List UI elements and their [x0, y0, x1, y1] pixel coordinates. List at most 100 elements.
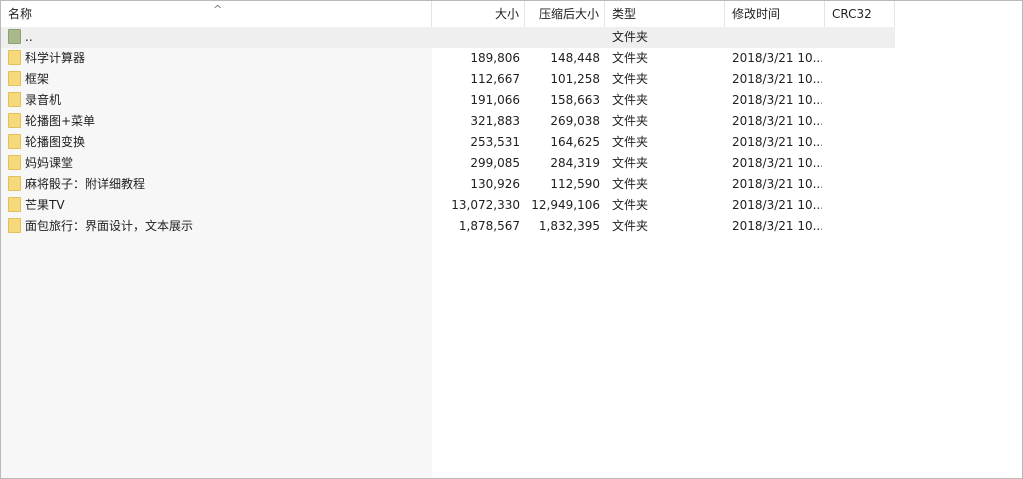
- file-name-cell: 轮播图+菜单: [8, 111, 428, 132]
- file-size: 112,667: [470, 72, 520, 86]
- file-type: 文件夹: [612, 198, 649, 212]
- file-type: 文件夹: [612, 51, 649, 65]
- table-row[interactable]: 芒果TV 13,072,330 12,949,106 文件夹 2018/3/21…: [1, 195, 895, 216]
- file-size: 189,806: [470, 51, 520, 65]
- file-name-cell: 录音机: [8, 90, 428, 111]
- file-packed-size: 158,663: [550, 93, 600, 107]
- file-size: [432, 27, 520, 48]
- file-name-cell: 轮播图变换: [8, 132, 428, 153]
- file-packed-size: 148,448: [550, 51, 600, 65]
- file-name: 录音机: [25, 93, 62, 107]
- file-name: 轮播图+菜单: [25, 114, 96, 128]
- file-name: 麻将骰子：附详细教程: [25, 177, 146, 191]
- folder-icon: [8, 92, 21, 107]
- column-header-modified-label: 修改时间: [732, 7, 781, 21]
- table-row-parent-folder[interactable]: .. 文件夹: [1, 27, 895, 48]
- file-name-cell: 麻将骰子：附详细教程: [8, 174, 428, 195]
- file-name: 芒果TV: [25, 198, 65, 212]
- file-name-cell: 科学计算器: [8, 48, 428, 69]
- column-header-crc32[interactable]: CRC32: [825, 1, 895, 27]
- file-crc32: [832, 111, 892, 132]
- column-header-type-label: 类型: [612, 7, 637, 21]
- file-name: 面包旅行：界面设计，文本展示: [25, 219, 194, 233]
- file-modified: [732, 27, 822, 48]
- file-modified: 2018/3/21 10...: [732, 93, 822, 107]
- file-crc32: [832, 48, 892, 69]
- file-type: 文件夹: [612, 30, 649, 44]
- file-size: 13,072,330: [451, 198, 520, 212]
- file-crc32: [832, 27, 892, 48]
- file-modified: 2018/3/21 10...: [732, 219, 822, 233]
- file-modified: 2018/3/21 10...: [732, 156, 822, 170]
- folder-icon: [8, 134, 21, 149]
- folder-icon: [8, 113, 21, 128]
- folder-up-icon: [8, 29, 21, 44]
- file-modified: 2018/3/21 10...: [732, 198, 822, 212]
- file-packed-size: 269,038: [550, 114, 600, 128]
- file-name: 妈妈课堂: [25, 156, 74, 170]
- file-packed-size: [525, 27, 600, 48]
- file-modified: 2018/3/21 10...: [732, 177, 822, 191]
- column-header-name[interactable]: 名称 ^: [1, 1, 432, 27]
- file-type: 文件夹: [612, 135, 649, 149]
- file-crc32: [832, 69, 892, 90]
- file-crc32: [832, 174, 892, 195]
- file-modified: 2018/3/21 10...: [732, 114, 822, 128]
- file-crc32: [832, 153, 892, 174]
- file-size: 130,926: [470, 177, 520, 191]
- column-header-bar: 名称 ^ 大小 压缩后大小 类型 修改时间 CRC32: [1, 1, 1022, 27]
- sort-ascending-icon: ^: [213, 3, 223, 16]
- column-header-crc32-label: CRC32: [832, 7, 872, 21]
- file-name-cell: 面包旅行：界面设计，文本展示: [8, 216, 428, 237]
- file-type: 文件夹: [612, 156, 649, 170]
- table-row[interactable]: 轮播图变换 253,531 164,625 文件夹 2018/3/21 10..…: [1, 132, 895, 153]
- column-header-size[interactable]: 大小: [432, 1, 525, 27]
- file-modified: 2018/3/21 10...: [732, 135, 822, 149]
- file-crc32: [832, 90, 892, 111]
- table-row[interactable]: 面包旅行：界面设计，文本展示 1,878,567 1,832,395 文件夹 2…: [1, 216, 895, 237]
- file-size: 1,878,567: [458, 219, 520, 233]
- file-packed-size: 284,319: [550, 156, 600, 170]
- file-packed-size: 164,625: [550, 135, 600, 149]
- file-modified: 2018/3/21 10...: [732, 72, 822, 86]
- table-row[interactable]: 框架 112,667 101,258 文件夹 2018/3/21 10...: [1, 69, 895, 90]
- file-size: 253,531: [470, 135, 520, 149]
- column-header-modified[interactable]: 修改时间: [725, 1, 825, 27]
- file-name-cell: ..: [8, 27, 428, 48]
- file-name: 轮播图变换: [25, 135, 86, 149]
- file-packed-size: 12,949,106: [531, 198, 600, 212]
- file-crc32: [832, 216, 892, 237]
- column-header-name-label: 名称: [8, 7, 33, 21]
- file-type: 文件夹: [612, 114, 649, 128]
- table-row[interactable]: 科学计算器 189,806 148,448 文件夹 2018/3/21 10..…: [1, 48, 895, 69]
- file-name: 科学计算器: [25, 51, 86, 65]
- folder-icon: [8, 218, 21, 233]
- table-row[interactable]: 妈妈课堂 299,085 284,319 文件夹 2018/3/21 10...: [1, 153, 895, 174]
- folder-icon: [8, 50, 21, 65]
- column-header-packed-size[interactable]: 压缩后大小: [525, 1, 605, 27]
- file-packed-size: 112,590: [550, 177, 600, 191]
- column-header-type[interactable]: 类型: [605, 1, 725, 27]
- file-type: 文件夹: [612, 219, 649, 233]
- folder-icon: [8, 71, 21, 86]
- column-header-packed-size-label: 压缩后大小: [538, 7, 599, 21]
- file-packed-size: 101,258: [550, 72, 600, 86]
- file-crc32: [832, 132, 892, 153]
- file-type: 文件夹: [612, 93, 649, 107]
- file-name: ..: [25, 30, 33, 44]
- file-size: 191,066: [470, 93, 520, 107]
- folder-icon: [8, 155, 21, 170]
- file-modified: 2018/3/21 10...: [732, 51, 822, 65]
- file-type: 文件夹: [612, 177, 649, 191]
- file-name: 框架: [25, 72, 50, 86]
- file-size: 321,883: [470, 114, 520, 128]
- table-row[interactable]: 麻将骰子：附详细教程 130,926 112,590 文件夹 2018/3/21…: [1, 174, 895, 195]
- file-type: 文件夹: [612, 72, 649, 86]
- folder-icon: [8, 176, 21, 191]
- file-name-cell: 妈妈课堂: [8, 153, 428, 174]
- file-packed-size: 1,832,395: [538, 219, 600, 233]
- file-name-cell: 框架: [8, 69, 428, 90]
- file-crc32: [832, 195, 892, 216]
- table-row[interactable]: 录音机 191,066 158,663 文件夹 2018/3/21 10...: [1, 90, 895, 111]
- table-row[interactable]: 轮播图+菜单 321,883 269,038 文件夹 2018/3/21 10.…: [1, 111, 895, 132]
